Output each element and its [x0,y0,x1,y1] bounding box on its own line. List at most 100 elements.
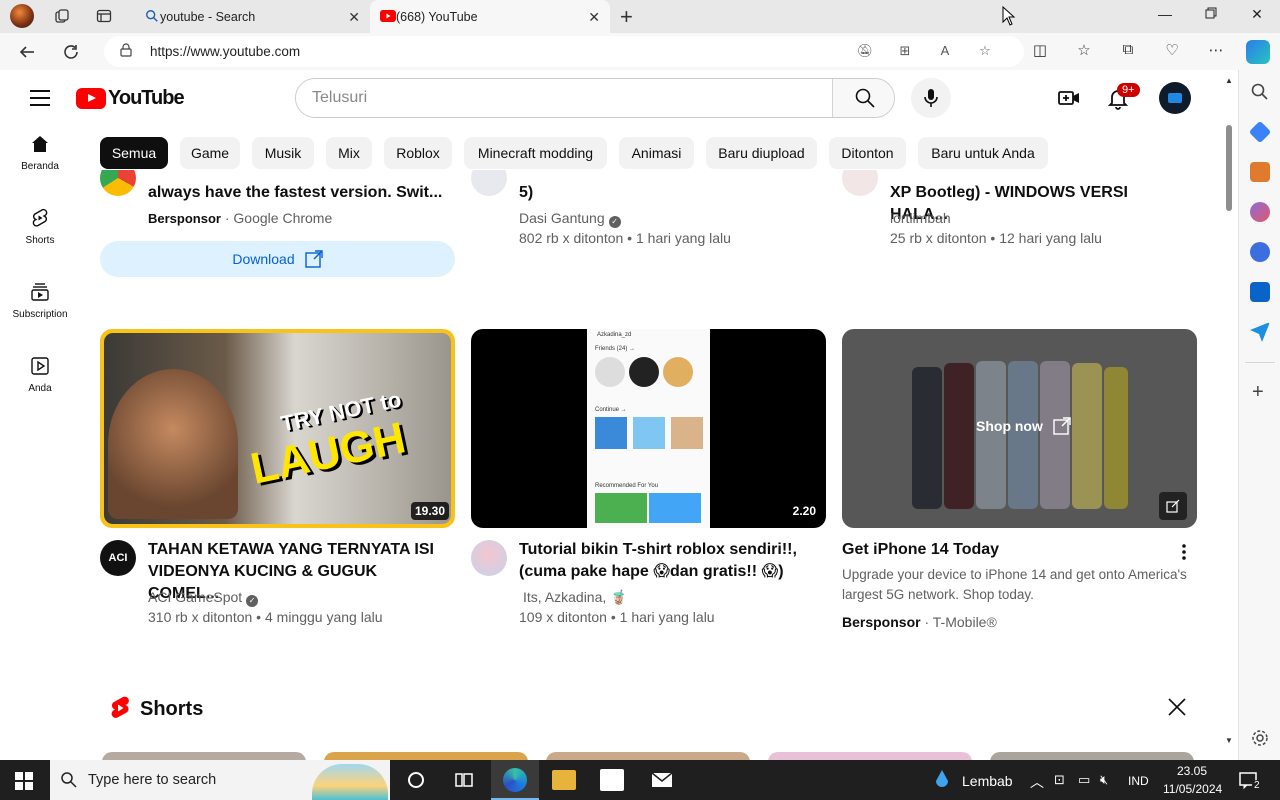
mail-icon[interactable] [650,768,674,792]
ad-more-icon[interactable] [1180,543,1188,561]
short-card[interactable] [546,752,750,760]
chip-animasi[interactable]: Animasi [619,137,694,169]
search-button[interactable] [832,79,894,117]
ad-thumbnail[interactable]: Shop now [842,329,1197,528]
account-avatar[interactable] [1159,82,1191,114]
guide-item-anda[interactable]: Anda [4,348,76,422]
video-title[interactable]: always have the fastest version. Swit... [148,182,448,204]
chip-musik[interactable]: Musik [252,137,314,169]
volume-muted-icon[interactable]: 🔇︎ [1100,772,1108,788]
browser-essentials-icon[interactable]: ♡ [1162,41,1182,61]
copilot-icon[interactable] [1246,40,1270,64]
scroll-down-icon[interactable]: ▼ [1225,736,1233,745]
channel-avatar-dasi-gantung[interactable] [471,170,507,196]
workspaces-icon[interactable] [52,6,72,26]
maximize-icon[interactable] [1188,6,1234,22]
url-bar[interactable]: https://www.youtube.com 🔕︎ ⊞ A ☆ [104,36,1024,67]
channel-name[interactable]: Its, Azkadina, 🧋 [523,587,628,607]
close-window-icon[interactable]: ✕ [1234,6,1280,23]
network-icon[interactable]: ⊡ [1054,772,1065,788]
video-title[interactable]: 5) [519,182,819,204]
collections-icon[interactable]: ⧉ [1118,41,1138,61]
language-indicator[interactable]: IND [1128,774,1149,788]
tab-close-icon[interactable]: ✕ [348,9,360,26]
chip-mix[interactable]: Mix [326,137,372,169]
guide-item-shorts[interactable]: Shorts [4,200,76,274]
profile-avatar[interactable] [10,4,34,28]
games-icon[interactable] [1250,202,1270,222]
shopping-tag-icon[interactable] [1248,120,1272,144]
minimize-icon[interactable]: — [1142,6,1188,22]
channel-avatar-azkadina[interactable] [471,540,507,576]
chip-minecraft-modding[interactable]: Minecraft modding [464,137,607,169]
video-title[interactable]: Tutorial bikin T-shirt roblox sendiri!!,… [519,539,819,583]
tab-actions-icon[interactable] [94,6,114,26]
channel-name[interactable]: lortlimbah [890,208,951,228]
channel-name[interactable]: Dasi Gantung ✓ [519,208,621,228]
weather-text[interactable]: Lembab [962,773,1013,789]
chip-ditonton[interactable]: Ditonton [829,137,906,169]
channel-avatar-google-chrome[interactable] [100,170,136,196]
outlook-icon[interactable] [1250,282,1270,302]
video-thumbnail[interactable]: TRY NOT to LAUGH 19.30 [100,329,455,528]
add-icon[interactable]: + [1252,382,1264,402]
app-available-icon[interactable]: ⊞ [896,43,914,61]
short-card[interactable] [990,752,1194,760]
tray-chevron-icon[interactable]: ︿ [1030,772,1044,792]
voice-search-button[interactable] [911,78,951,118]
file-explorer-icon[interactable] [552,770,576,790]
tools-icon[interactable] [1250,162,1270,182]
scroll-thumb[interactable] [1226,125,1232,211]
search-input[interactable] [296,79,832,117]
tab-close-icon[interactable]: ✕ [588,9,600,26]
back-icon[interactable] [16,41,38,63]
weather-humidity-icon[interactable] [932,768,952,792]
guide-item-subscription[interactable]: Subscription [4,274,76,348]
chip-baru-untuk-anda[interactable]: Baru untuk Anda [918,137,1048,169]
scroll-up-icon[interactable]: ▲ [1225,76,1233,85]
short-card[interactable] [768,752,972,760]
shop-now-button[interactable]: Shop now [976,417,1071,435]
microsoft-365-icon[interactable] [1250,242,1270,262]
youtube-logo[interactable]: YouTube [76,87,185,110]
cortana-icon[interactable] [404,768,428,792]
open-ad-icon[interactable] [1159,492,1187,520]
split-screen-icon[interactable]: ◫ [1030,41,1050,61]
settings-gear-icon[interactable] [1250,728,1270,748]
url-text[interactable]: https://www.youtube.com [150,44,300,59]
chip-baru-diupload[interactable]: Baru diupload [706,137,817,169]
download-button[interactable]: Download [100,241,455,277]
favorite-star-icon[interactable]: ☆ [976,43,994,61]
search-icon[interactable] [1250,82,1270,102]
ad-title[interactable]: Get iPhone 14 Today [842,539,1142,561]
taskbar-search[interactable]: Type here to search [50,760,390,800]
channel-avatar-aci-gamespot[interactable]: ACI [100,540,136,576]
windows-start-icon[interactable] [15,772,33,790]
refresh-icon[interactable] [60,41,82,63]
chip-roblox[interactable]: Roblox [384,137,452,169]
battery-icon[interactable]: ▭ [1078,772,1090,788]
new-tab-icon[interactable]: + [620,4,633,30]
chip-game[interactable]: Game [180,137,240,169]
advertiser-name[interactable]: Google Chrome [233,210,332,226]
taskbar-edge-button[interactable] [491,760,539,800]
create-video-icon[interactable] [1057,86,1081,110]
guide-menu-icon[interactable] [30,90,50,106]
guide-item-beranda[interactable]: Beranda [4,126,76,200]
favorites-icon[interactable]: ☆ [1074,41,1094,61]
chip-semua[interactable]: Semua [100,137,168,169]
clock-date[interactable]: 11/05/2024 [1163,782,1222,796]
read-aloud-icon[interactable]: A [936,43,954,61]
channel-avatar-lortlimbah[interactable] [842,170,878,196]
page-scrollbar[interactable]: ▲ ▼ [1222,70,1238,760]
send-icon[interactable] [1250,322,1270,342]
tab-youtube[interactable]: (668) YouTube ✕ [370,0,610,33]
video-thumbnail[interactable]: Azkadina_zd Friends (24) → Continue → Re… [471,329,826,528]
short-card[interactable] [102,752,306,760]
clock-time[interactable]: 23.05 [1177,764,1207,778]
advertiser-name[interactable]: T-Mobile® [933,614,997,630]
channel-name[interactable]: ACI GameSpot ✓ [148,587,259,607]
more-menu-icon[interactable]: ⋯ [1206,41,1226,61]
store-icon[interactable] [600,769,624,791]
lock-icon[interactable] [120,43,132,57]
